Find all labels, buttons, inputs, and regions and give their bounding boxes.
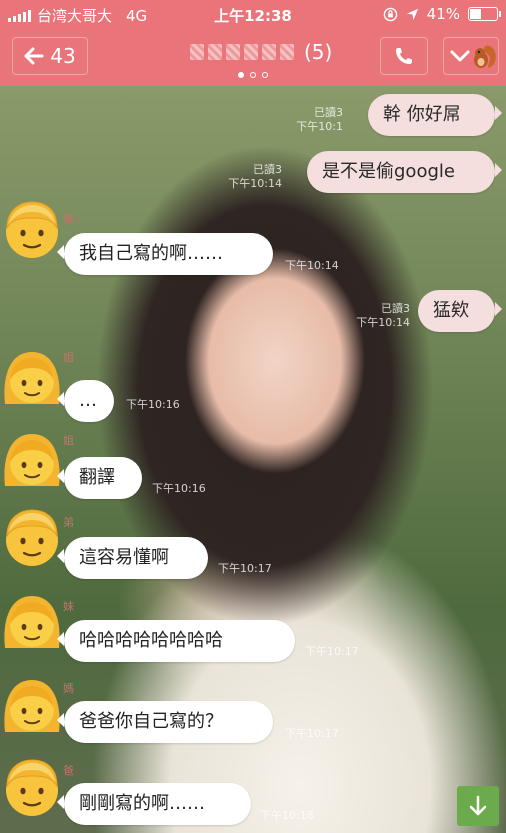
battery-percent: 41% xyxy=(426,5,460,23)
sender-name: 弟 xyxy=(63,516,74,529)
back-button[interactable]: 43 xyxy=(12,37,88,75)
sister-avatar-icon[interactable] xyxy=(2,346,62,408)
sender-name: 爸 xyxy=(63,764,74,777)
message-meta: 下午10:16 xyxy=(152,482,206,496)
page-dot xyxy=(262,72,268,78)
message-meta: 已讀3 下午10:1 xyxy=(296,106,343,134)
message-meta: 下午10:14 xyxy=(285,259,339,273)
read-receipt: 已讀3 xyxy=(253,163,282,176)
incoming-message-bubble[interactable]: 翻譯 xyxy=(57,457,142,499)
message-timestamp: 下午10:18 xyxy=(260,809,314,822)
message-timestamp: 下午10:17 xyxy=(305,645,359,658)
incoming-message-bubble[interactable]: … xyxy=(57,380,114,422)
outgoing-message-bubble[interactable]: 是不是偷google xyxy=(307,151,502,193)
sister-avatar-icon[interactable] xyxy=(2,590,62,652)
father-avatar-icon[interactable] xyxy=(2,198,62,260)
incoming-message-bubble[interactable]: 這容易懂啊 xyxy=(57,537,208,579)
status-bar: 台湾大哥大 4G 上午12:38 41% xyxy=(0,0,506,28)
sender-name: 媽 xyxy=(63,682,74,695)
message-meta: 下午10:18 xyxy=(260,809,314,823)
battery-icon xyxy=(468,7,501,21)
message-timestamp: 下午10:16 xyxy=(152,482,206,495)
message-timestamp: 下午10:16 xyxy=(126,398,180,411)
message-meta: 下午10:16 xyxy=(126,398,180,412)
page-dot xyxy=(250,72,256,78)
incoming-message-bubble[interactable]: 剛剛寫的啊…… xyxy=(57,783,251,825)
arrow-left-icon xyxy=(24,47,44,65)
member-count: (5) xyxy=(304,40,333,64)
menu-button[interactable] xyxy=(443,37,499,75)
chat-title[interactable]: (5) xyxy=(190,40,332,64)
sender-name: 爸 xyxy=(63,212,74,225)
message-meta: 下午10:17 xyxy=(218,562,272,576)
message-timestamp: 下午10:14 xyxy=(356,316,410,329)
blurred-group-name xyxy=(190,44,294,60)
message-meta: 已讀3 下午10:14 xyxy=(228,163,282,191)
message-timestamp: 下午10:17 xyxy=(285,727,339,740)
unread-count: 43 xyxy=(50,44,76,68)
incoming-message-bubble[interactable]: 我自己寫的啊…… xyxy=(57,233,273,275)
message-timestamp: 下午10:14 xyxy=(228,177,282,190)
message-meta: 已讀3 下午10:14 xyxy=(356,302,410,330)
father-avatar-icon[interactable] xyxy=(2,756,62,818)
message-meta: 下午10:17 xyxy=(305,645,359,659)
phone-icon xyxy=(396,48,412,64)
sender-name: 妹 xyxy=(63,600,74,613)
read-receipt: 已讀3 xyxy=(381,302,410,315)
page-dot xyxy=(238,72,244,78)
arrow-down-icon xyxy=(469,795,487,816)
incoming-message-bubble[interactable]: 哈哈哈哈哈哈哈哈 xyxy=(57,620,295,662)
chevron-down-icon xyxy=(450,50,470,62)
message-timestamp: 下午10:14 xyxy=(285,259,339,272)
sister-avatar-icon[interactable] xyxy=(2,674,62,736)
sender-name: 姐 xyxy=(63,351,74,364)
sender-name: 姐 xyxy=(63,434,74,447)
orientation-lock-icon xyxy=(383,7,397,21)
message-timestamp: 下午10:17 xyxy=(218,562,272,575)
outgoing-message-bubble[interactable]: 猛欸 xyxy=(418,290,502,332)
message-timestamp: 下午10:1 xyxy=(296,120,343,133)
sister-avatar-icon[interactable] xyxy=(2,428,62,490)
call-button[interactable] xyxy=(380,37,428,75)
message-meta: 下午10:17 xyxy=(285,727,339,741)
page-indicator xyxy=(0,72,506,78)
incoming-message-bubble[interactable]: 爸爸你自己寫的？ xyxy=(57,701,273,743)
father-avatar-icon[interactable] xyxy=(2,506,62,568)
location-icon xyxy=(406,8,418,20)
squirrel-icon xyxy=(474,45,496,68)
read-receipt: 已讀3 xyxy=(314,106,343,119)
chat-header: 43 (5) xyxy=(0,28,506,86)
outgoing-message-bubble[interactable]: 幹 你好屌 xyxy=(368,94,502,136)
scroll-to-bottom-button[interactable] xyxy=(457,786,499,826)
